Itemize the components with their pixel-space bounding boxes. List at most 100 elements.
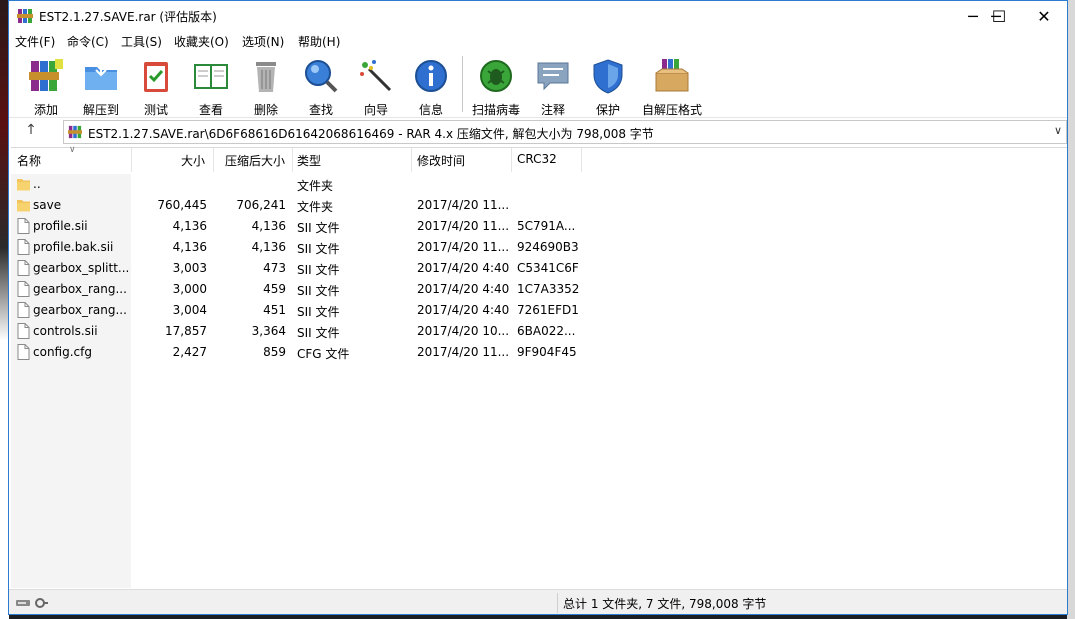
toolbar-test-button[interactable]: 测试 (128, 55, 184, 117)
address-path: EST2.1.27.SAVE.rar\6D6F68616D61642068616… (88, 127, 654, 141)
column-header-type[interactable]: 类型 (297, 152, 321, 169)
toolbar-view-button[interactable]: 查看 (183, 55, 239, 117)
toolbar-comment-button[interactable]: 注释 (525, 55, 581, 117)
menu-favorites[interactable]: 收藏夹(O) (174, 33, 229, 50)
column-header-size[interactable]: 大小 (181, 152, 205, 169)
file-list: 名称 ∨ 大小 压缩后大小 类型 修改时间 CRC32 .. 文件夹 save 760… (11, 145, 1067, 588)
menu-bar: 文件(F) 命令(C) 工具(S) 收藏夹(O) 选项(N) 帮助(H) (9, 31, 1067, 51)
file-crc: 5C791A... (517, 219, 576, 233)
file-packed: 4,136 (251, 240, 286, 254)
file-icon (17, 281, 30, 297)
maximize-button[interactable]: ☐ (976, 1, 1022, 31)
table-row[interactable]: profile.bak.sii 4,136 4,136 SII 文件 2017/4/20… (11, 237, 1067, 258)
file-name: save (33, 198, 62, 212)
virus-scan-icon (480, 60, 512, 92)
toolbar: 添加 解压到 测试 查看 删除 查找 向导 信息 扫描病毒 注释 保护 自解压格… (9, 51, 1067, 118)
column-divider[interactable] (411, 148, 412, 172)
file-icon (17, 302, 30, 318)
maximize-icon: ☐ (991, 6, 1007, 26)
close-button[interactable]: ✕ (1021, 1, 1067, 31)
file-type: SII 文件 (297, 221, 340, 235)
file-modified: 2017/4/20 4:40 (417, 303, 510, 317)
table-row[interactable]: controls.sii 17,857 3,364 SII 文件 2017/4/20 1… (11, 321, 1067, 342)
status-summary: 总计 1 文件夹, 7 文件, 798,008 字节 (563, 597, 767, 611)
toolbar-delete-button[interactable]: 删除 (238, 55, 294, 117)
file-icon (17, 323, 30, 339)
toolbar-virus-scan-button[interactable]: 扫描病毒 (468, 55, 524, 117)
toolbar-sfx-button[interactable]: 自解压格式 (639, 55, 705, 117)
file-packed: 859 (263, 345, 286, 359)
file-packed: 459 (263, 282, 286, 296)
file-name: profile.bak.sii (33, 240, 114, 254)
menu-options[interactable]: 选项(N) (242, 33, 284, 50)
column-divider[interactable] (511, 148, 512, 172)
file-crc: 924690B3 (517, 240, 579, 254)
file-type: 文件夹 (297, 179, 334, 193)
toolbar-extract-button[interactable]: 解压到 (73, 55, 129, 117)
file-size: 4,136 (172, 219, 207, 233)
file-modified: 2017/4/20 11... (417, 240, 510, 254)
file-icon (17, 260, 30, 276)
file-modified: 2017/4/20 4:40 (417, 282, 510, 296)
column-header-crc[interactable]: CRC32 (517, 152, 557, 166)
view-icon (194, 64, 228, 89)
file-packed: 473 (263, 261, 286, 275)
menu-help[interactable]: 帮助(H) (298, 33, 340, 50)
column-divider[interactable] (213, 148, 214, 172)
archive-icon (68, 125, 82, 139)
table-row[interactable]: save 760,445 706,241 文件夹 2017/4/20 11... (11, 195, 1067, 216)
file-icon (17, 344, 30, 360)
file-type: SII 文件 (297, 263, 340, 277)
file-crc: 7261EFD1 (517, 303, 579, 317)
file-modified: 2017/4/20 11... (417, 198, 510, 212)
toolbar-delete-label: 删除 (253, 103, 278, 117)
sort-indicator-icon: ∨ (69, 145, 76, 155)
table-row[interactable]: gearbox_splitt... 3,003 473 SII 文件 2017/4/20… (11, 258, 1067, 279)
chevron-down-icon[interactable]: ∨ (1054, 124, 1062, 137)
folder-icon (17, 179, 30, 191)
toolbar-add-button[interactable]: 添加 (18, 55, 74, 117)
table-row[interactable]: gearbox_rang... 3,004 451 SII 文件 2017/4/20 4… (11, 300, 1067, 321)
winrar-app-icon (17, 9, 33, 23)
menu-command[interactable]: 命令(C) (67, 33, 109, 50)
file-type: SII 文件 (297, 284, 340, 298)
column-header-packed[interactable]: 压缩后大小 (225, 152, 285, 169)
column-header-name[interactable]: 名称 (17, 152, 41, 169)
toolbar-comment-label: 注释 (540, 103, 565, 117)
toolbar-info-label: 信息 (418, 103, 443, 117)
table-row[interactable]: .. 文件夹 (11, 174, 1067, 195)
drive-status-icon (16, 598, 48, 608)
file-modified: 2017/4/20 11... (417, 219, 510, 233)
toolbar-virus-scan-label: 扫描病毒 (471, 103, 520, 117)
toolbar-protect-label: 保护 (595, 103, 620, 117)
file-name: gearbox_rang... (33, 303, 127, 317)
address-bar[interactable]: EST2.1.27.SAVE.rar\6D6F68616D61642068616… (63, 120, 1067, 144)
file-packed: 3,364 (251, 324, 286, 338)
file-type: CFG 文件 (297, 347, 350, 361)
toolbar-info-button[interactable]: 信息 (403, 55, 459, 117)
folder-icon (17, 200, 30, 212)
column-divider[interactable] (581, 148, 582, 172)
column-divider[interactable] (131, 148, 132, 172)
menu-tools[interactable]: 工具(S) (121, 33, 162, 50)
file-name: .. (33, 177, 41, 191)
toolbar-view-label: 查看 (198, 103, 223, 117)
file-packed: 706,241 (236, 198, 286, 212)
file-modified: 2017/4/20 10... (417, 324, 510, 338)
file-packed: 4,136 (251, 219, 286, 233)
up-folder-button[interactable]: ↑ (19, 122, 43, 142)
table-row[interactable]: profile.sii 4,136 4,136 SII 文件 2017/4/20 11.… (11, 216, 1067, 237)
toolbar-extract-label: 解压到 (82, 103, 119, 117)
file-name: profile.sii (33, 219, 88, 233)
file-crc: 1C7A3352 (517, 282, 580, 296)
toolbar-protect-button[interactable]: 保护 (580, 55, 636, 117)
toolbar-wizard-button[interactable]: 向导 (348, 55, 404, 117)
table-row[interactable]: gearbox_rang... 3,000 459 SII 文件 2017/4/20 4… (11, 279, 1067, 300)
column-divider[interactable] (292, 148, 293, 172)
toolbar-find-button[interactable]: 查找 (293, 55, 349, 117)
desktop-background-right (1067, 0, 1075, 619)
column-header-modified[interactable]: 修改时间 (417, 152, 465, 169)
table-row[interactable]: config.cfg 2,427 859 CFG 文件 2017/4/20 11... 9… (11, 342, 1067, 363)
menu-file[interactable]: 文件(F) (15, 33, 55, 50)
title-bar[interactable]: EST2.1.27.SAVE.rar (评估版本) ─ (9, 1, 1067, 31)
